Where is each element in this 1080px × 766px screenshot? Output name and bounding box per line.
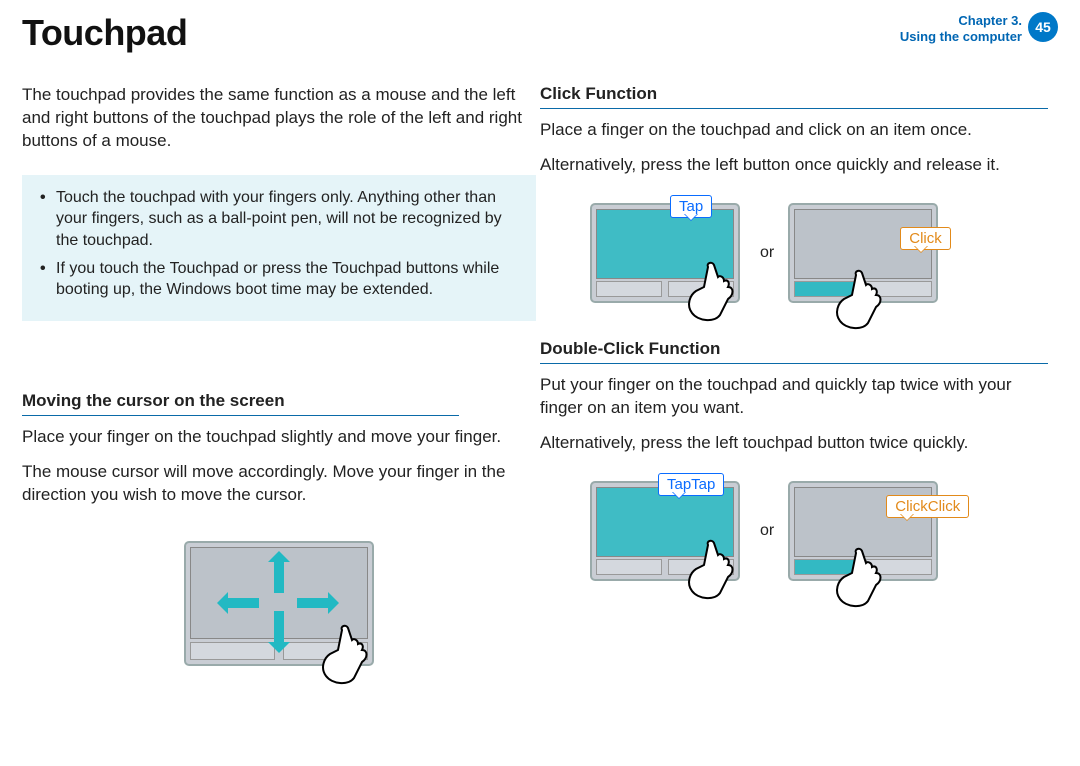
callout-tap: Tap bbox=[670, 195, 712, 218]
callout-clickclick: ClickClick bbox=[886, 495, 969, 518]
or-label: or bbox=[760, 522, 774, 540]
touchpad-clickclick-illustration: ClickClick bbox=[788, 481, 938, 581]
touchpad-taptap-illustration: TapTap bbox=[590, 481, 740, 581]
callout-taptap: TapTap bbox=[658, 473, 724, 496]
section-heading-click: Click Function bbox=[540, 84, 1048, 109]
section-heading-moving-cursor: Moving the cursor on the screen bbox=[22, 391, 459, 416]
body-paragraph: Place a ﬁnger on the touchpad and click … bbox=[540, 119, 1058, 142]
note-box: Touch the touchpad with your ﬁngers only… bbox=[22, 175, 536, 321]
touchpad-click-illustration: Click bbox=[788, 203, 938, 303]
chapter-label-group: Chapter 3. Using the computer 45 bbox=[900, 12, 1058, 44]
figure-moving-cursor bbox=[22, 541, 536, 666]
hand-icon bbox=[312, 620, 382, 690]
body-paragraph: Alternatively, press the left touchpad b… bbox=[540, 432, 1058, 455]
page-header: Touchpad Chapter 3. Using the computer 4… bbox=[22, 12, 1058, 54]
chapter-subline: Using the computer bbox=[900, 29, 1022, 45]
left-column: The touchpad provides the same function … bbox=[22, 84, 540, 676]
touchpad-illustration bbox=[184, 541, 374, 666]
section-heading-double-click: Double-Click Function bbox=[540, 339, 1048, 364]
chapter-line: Chapter 3. bbox=[900, 13, 1022, 29]
body-paragraph: Place your ﬁnger on the touchpad slightl… bbox=[22, 426, 536, 449]
touchpad-tap-illustration: Tap bbox=[590, 203, 740, 303]
note-item: If you touch the Touchpad or press the T… bbox=[40, 258, 526, 301]
page-number-badge: 45 bbox=[1028, 12, 1058, 42]
callout-click: Click bbox=[900, 227, 951, 250]
body-paragraph: Put your ﬁnger on the touchpad and quick… bbox=[540, 374, 1058, 420]
hand-icon bbox=[826, 265, 896, 335]
body-paragraph: Alternatively, press the left button onc… bbox=[540, 154, 1058, 177]
hand-icon bbox=[678, 535, 748, 605]
hand-icon bbox=[678, 257, 748, 327]
or-label: or bbox=[760, 244, 774, 262]
page-title: Touchpad bbox=[22, 12, 187, 54]
figure-double-click-row: TapTap or ClickClick bbox=[590, 481, 1058, 581]
intro-paragraph: The touchpad provides the same function … bbox=[22, 84, 536, 153]
note-item: Touch the touchpad with your ﬁngers only… bbox=[40, 187, 526, 252]
body-paragraph: The mouse cursor will move accordingly. … bbox=[22, 461, 536, 507]
hand-icon bbox=[826, 543, 896, 613]
right-column: Click Function Place a ﬁnger on the touc… bbox=[540, 84, 1058, 676]
figure-click-row: Tap or Click bbox=[590, 203, 1058, 303]
